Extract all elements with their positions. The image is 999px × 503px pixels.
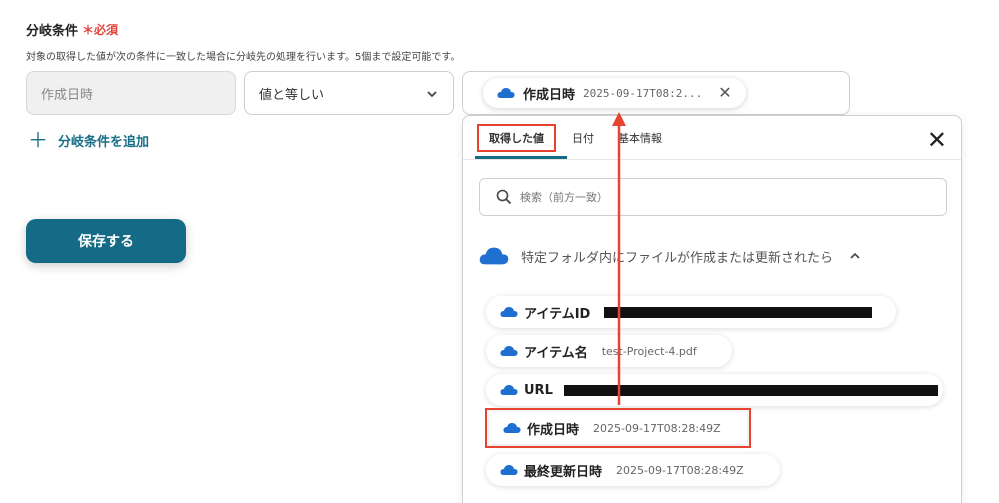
item-label: URL bbox=[524, 382, 553, 398]
item-value: 2025-09-17T08:28:49Z bbox=[593, 421, 721, 435]
redacted-value bbox=[564, 385, 938, 396]
trigger-group-title: 特定フォルダ内にファイルが作成または更新されたら bbox=[521, 250, 834, 266]
panel-tabs: 取得した値 日付 基本情報 bbox=[477, 124, 672, 152]
value-picker-panel: 取得した値 日付 基本情報 ✕ 特定フォルダ内にファイルが作成または更新されたら… bbox=[462, 115, 962, 503]
save-button[interactable]: 保存する bbox=[26, 219, 186, 263]
search-box[interactable] bbox=[479, 178, 947, 216]
onedrive-cloud-icon bbox=[479, 247, 509, 265]
condition-field-value: 作成日時 bbox=[41, 87, 94, 103]
list-item-updated-at[interactable]: 最終更新日時 2025-09-17T08:28:49Z bbox=[486, 454, 780, 486]
condition-operator-select[interactable]: 値と等しい bbox=[244, 71, 454, 115]
close-icon[interactable]: ✕ bbox=[927, 128, 947, 152]
onedrive-cloud-icon bbox=[500, 346, 518, 356]
add-condition-label: 分岐条件を追加 bbox=[58, 134, 150, 150]
tab-basic-info[interactable]: 基本情報 bbox=[608, 124, 672, 152]
list-item-created-at[interactable]: 作成日時 2025-09-17T08:28:49Z bbox=[485, 408, 751, 448]
condition-field-select[interactable]: 作成日時 bbox=[26, 71, 236, 115]
value-chip[interactable]: 作成日時 2025-09-17T08:2... ✕ bbox=[483, 78, 746, 108]
close-icon[interactable]: ✕ bbox=[718, 85, 731, 101]
section-title-text: 分岐条件 bbox=[26, 24, 79, 39]
plus-icon: ＋ bbox=[28, 128, 48, 152]
tab-acquired-values[interactable]: 取得した値 bbox=[477, 124, 556, 152]
required-mark: ＊必須 bbox=[82, 23, 119, 37]
onedrive-cloud-icon bbox=[503, 423, 521, 433]
onedrive-cloud-icon bbox=[497, 88, 515, 98]
section-title: 分岐条件 ＊必須 bbox=[26, 20, 118, 39]
item-label: アイテムID bbox=[524, 306, 591, 322]
item-value: 2025-09-17T08:28:49Z bbox=[616, 463, 744, 477]
onedrive-cloud-icon bbox=[500, 465, 518, 475]
onedrive-cloud-icon bbox=[500, 307, 518, 317]
add-condition-button[interactable]: ＋ 分岐条件を追加 bbox=[28, 130, 149, 150]
tab-date[interactable]: 日付 bbox=[562, 124, 604, 152]
value-chip-value: 2025-09-17T08:2... bbox=[583, 86, 703, 100]
list-item-item-id[interactable]: アイテムID bbox=[486, 296, 896, 328]
search-icon bbox=[496, 189, 512, 205]
chevron-down-icon bbox=[427, 91, 437, 98]
onedrive-cloud-icon bbox=[500, 385, 518, 395]
item-label: 最終更新日時 bbox=[524, 464, 603, 480]
item-label: 作成日時 bbox=[527, 422, 580, 438]
search-input[interactable] bbox=[520, 190, 900, 204]
list-item-url[interactable]: URL bbox=[486, 374, 943, 406]
section-description: 対象の取得した値が次の条件に一致した場合に分岐先の処理を行います。5個まで設定可… bbox=[26, 52, 461, 63]
item-value: test-Project-4.pdf bbox=[601, 344, 697, 358]
redacted-value bbox=[604, 307, 872, 318]
value-chip-label: 作成日時 bbox=[523, 87, 576, 103]
condition-operator-value: 値と等しい bbox=[259, 87, 325, 103]
item-label: アイテム名 bbox=[524, 345, 588, 361]
chevron-up-icon bbox=[850, 252, 860, 259]
tab-divider bbox=[463, 159, 961, 160]
list-item-item-name[interactable]: アイテム名 test-Project-4.pdf bbox=[486, 335, 732, 367]
condition-value-input[interactable]: 作成日時 2025-09-17T08:2... ✕ bbox=[462, 71, 850, 115]
trigger-group-header[interactable]: 特定フォルダ内にファイルが作成または更新されたら bbox=[479, 246, 861, 266]
